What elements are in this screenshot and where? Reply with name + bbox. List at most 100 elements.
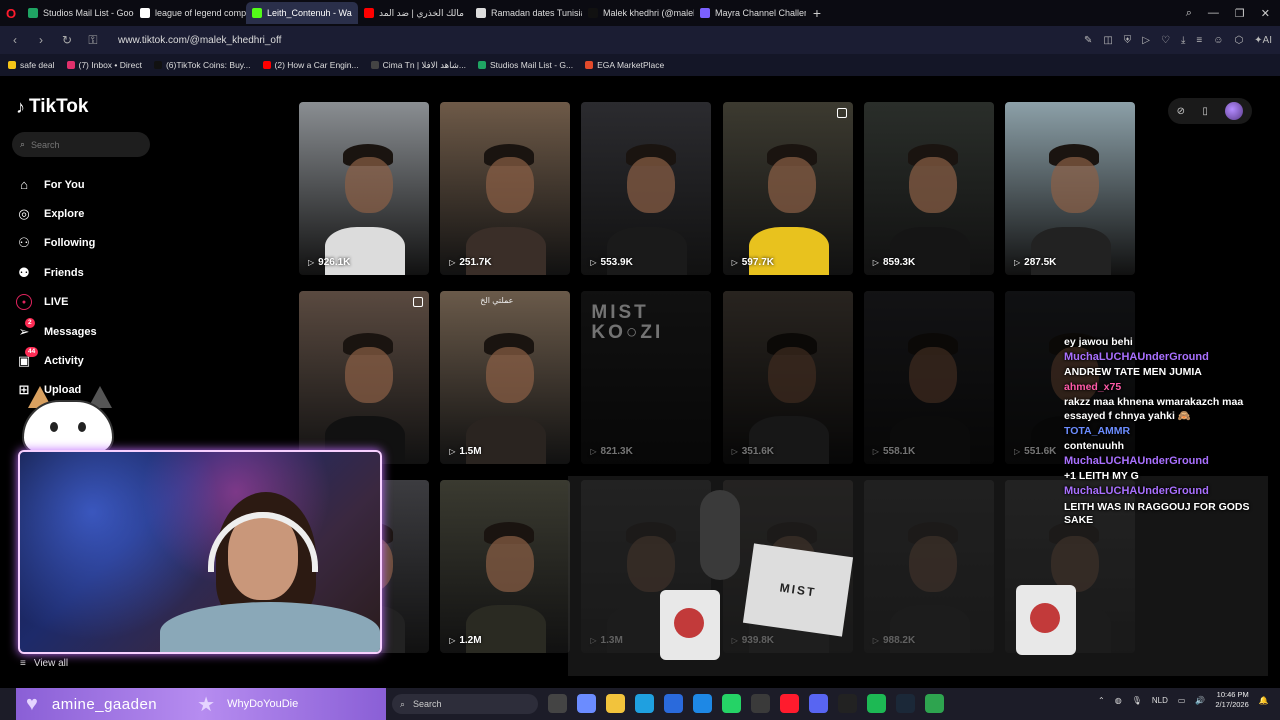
video-thumbnail[interactable]: ▷ 251.7K — [440, 102, 571, 275]
camera-icon[interactable]: ◫ — [1103, 35, 1112, 46]
tiktok-logo[interactable]: ♪ TikTok — [16, 96, 88, 118]
sidebar-item-label: Messages — [44, 325, 97, 338]
minimize-icon[interactable]: — — [1208, 7, 1219, 20]
mic-icon[interactable]: 🎙 — [1132, 696, 1142, 705]
avatar[interactable] — [1225, 102, 1244, 120]
sidebar-item-activity[interactable]: ▣ 44 Activity — [16, 346, 97, 375]
sidebar-item-messages[interactable]: ➢ 2 Messages — [16, 317, 97, 346]
video-thumbnail[interactable]: ▷ 558.1K — [863, 291, 994, 465]
bookmark-item[interactable]: Cima Tn | شاهد الافلا... — [370, 60, 466, 71]
browser-tab[interactable]: Leith_Contenuh - Wa✕ — [246, 2, 358, 24]
sidebar-item-live[interactable]: ● LIVE — [16, 288, 97, 317]
video-thumbnail[interactable] — [299, 291, 429, 465]
compass-tool-icon[interactable]: ⊘ — [1177, 106, 1185, 117]
menu-icon[interactable]: ≡ — [1196, 35, 1202, 46]
task-view-icon[interactable] — [548, 694, 567, 713]
bookmark-item[interactable]: (2) How a Car Engin... — [262, 60, 359, 70]
thumbnail-person-image — [907, 332, 958, 355]
view-count: ▷ 859.3K — [873, 257, 915, 268]
close-window-icon[interactable]: ✕ — [1261, 7, 1270, 20]
whatsapp-icon[interactable] — [722, 694, 741, 713]
app-icon[interactable] — [925, 694, 944, 713]
view-all-link[interactable]: ≡ View all — [20, 658, 68, 669]
video-thumbnail[interactable]: عملتي الخ ▷ 1.5M — [440, 291, 571, 465]
video-thumbnail[interactable]: ▷ 597.7K — [722, 102, 853, 275]
sidebar-item-friends[interactable]: ⚉ Friends — [16, 258, 97, 287]
bookmark-item[interactable]: (7) Inbox • Direct — [66, 60, 142, 70]
browser-tab[interactable]: league of legend compet — [134, 2, 246, 24]
back-icon[interactable]: ‹ — [8, 33, 22, 47]
browser-tab[interactable]: مالك الخذري | ضد المد — [358, 2, 470, 24]
video-thumbnail[interactable]: ▷ 926.1K — [299, 102, 429, 275]
heart-icon[interactable]: ♡ — [1161, 35, 1170, 46]
reload-icon[interactable]: ↻ — [60, 33, 74, 47]
chat-username: MuchaLUCHAUnderGround — [1064, 455, 1209, 468]
bookmark-item[interactable]: (6)TikTok Coins: Buy... — [153, 60, 251, 70]
phone-icon[interactable]: ▯ — [1202, 106, 1208, 117]
opera-icon[interactable] — [780, 694, 799, 713]
thumbnail-person-image — [909, 157, 958, 214]
forward-icon[interactable]: › — [34, 33, 48, 47]
ai-icon[interactable]: ✦AI — [1254, 35, 1272, 46]
play-icon[interactable]: ▷ — [1142, 35, 1150, 46]
spotify-icon[interactable] — [867, 694, 886, 713]
tab-label: Studios Mail List - Google — [43, 8, 134, 18]
magazine-image: MIST — [742, 543, 854, 637]
notepad-icon[interactable] — [751, 694, 770, 713]
vscode-icon[interactable] — [693, 694, 712, 713]
extensions-icon[interactable]: ⬡ — [1234, 35, 1243, 46]
discord-icon[interactable] — [809, 694, 828, 713]
bookmark-item[interactable]: Studios Mail List - G... — [477, 60, 573, 70]
new-tab-icon[interactable]: + — [806, 5, 828, 21]
browser-tab[interactable]: Studios Mail List - Google — [22, 2, 134, 24]
browser-tab[interactable]: Malek khedhri (@malek_k — [582, 2, 694, 24]
stream-chat: ey jawou behi MuchaLUCHAUnderGround ANDREW… — [1064, 336, 1274, 529]
chevron-up-icon[interactable]: ⌃ — [1098, 696, 1105, 705]
network-icon[interactable]: ◍ — [1115, 696, 1122, 705]
thumbnail-person-image — [626, 157, 675, 214]
search-input[interactable] — [31, 139, 132, 150]
video-thumbnail[interactable]: ▷ 859.3K — [863, 102, 994, 275]
view-count: ▷ 821.3K — [590, 446, 632, 457]
video-thumbnail[interactable]: ▷ 287.5K — [1005, 102, 1135, 275]
volume-icon[interactable]: 🔊 — [1195, 696, 1205, 705]
shield-icon[interactable]: ⛨ — [1124, 35, 1132, 46]
taskbar-search[interactable]: ⌕ Search — [392, 694, 538, 714]
file-explorer-icon[interactable] — [606, 694, 625, 713]
url-field[interactable]: www.tiktok.com/@malek_khedhri_off — [118, 35, 281, 46]
bookmark-item[interactable]: EGA MarketPlace — [585, 60, 664, 70]
edge-icon[interactable] — [635, 694, 654, 713]
video-thumbnail[interactable]: ▷ 351.6K — [722, 291, 853, 465]
browser-tab[interactable]: Ramadan dates Tunisia — [470, 2, 582, 24]
display-icon[interactable]: ▭ — [1178, 696, 1186, 705]
tab-label: مالك الخذري | ضد المد — [379, 7, 464, 18]
sidebar-item-following[interactable]: ⚇ Following — [16, 229, 97, 258]
video-thumbnail[interactable]: MIST KO○ZI ▷ 821.3K — [581, 291, 712, 465]
obs-icon[interactable] — [838, 694, 857, 713]
download-icon[interactable]: ⤓ — [1181, 35, 1185, 46]
view-count: ▷ 287.5K — [1014, 257, 1056, 268]
sidebar-item-for-you[interactable]: ⌂ For You — [16, 170, 97, 199]
play-icon: ▷ — [872, 258, 879, 267]
video-thumbnail[interactable]: ▷ 553.9K — [581, 102, 712, 275]
sidebar-item-explore[interactable]: ◎ Explore — [16, 199, 97, 228]
play-icon: ▷ — [590, 447, 597, 457]
opera-logo-icon[interactable]: O — [0, 0, 22, 26]
search-box[interactable]: ⌕ — [12, 132, 150, 157]
language-indicator[interactable]: NLD — [1152, 696, 1168, 705]
edit-icon[interactable]: ✎ — [1084, 35, 1092, 46]
thumbnail-person-image — [748, 416, 829, 465]
video-thumbnail[interactable]: ▷ 1.2M — [440, 480, 571, 654]
view-count: ▷ 1.5M — [449, 446, 481, 457]
steam-icon[interactable] — [896, 694, 915, 713]
store-icon[interactable] — [664, 694, 683, 713]
notification-icon[interactable]: 🔔 — [1259, 696, 1269, 705]
maximize-icon[interactable]: ❐ — [1235, 7, 1245, 20]
account-icon[interactable]: ☺ — [1213, 35, 1223, 46]
search-tabs-icon[interactable]: ⌕ — [1186, 7, 1192, 20]
play-icon: ▷ — [449, 258, 456, 267]
clock[interactable]: 10:46 PM 2/17/2026 — [1215, 690, 1248, 710]
copilot-icon[interactable] — [577, 694, 596, 713]
bookmark-item[interactable]: safe deal — [8, 60, 55, 70]
browser-tab[interactable]: Mayra Channel Challenge — [694, 2, 806, 24]
